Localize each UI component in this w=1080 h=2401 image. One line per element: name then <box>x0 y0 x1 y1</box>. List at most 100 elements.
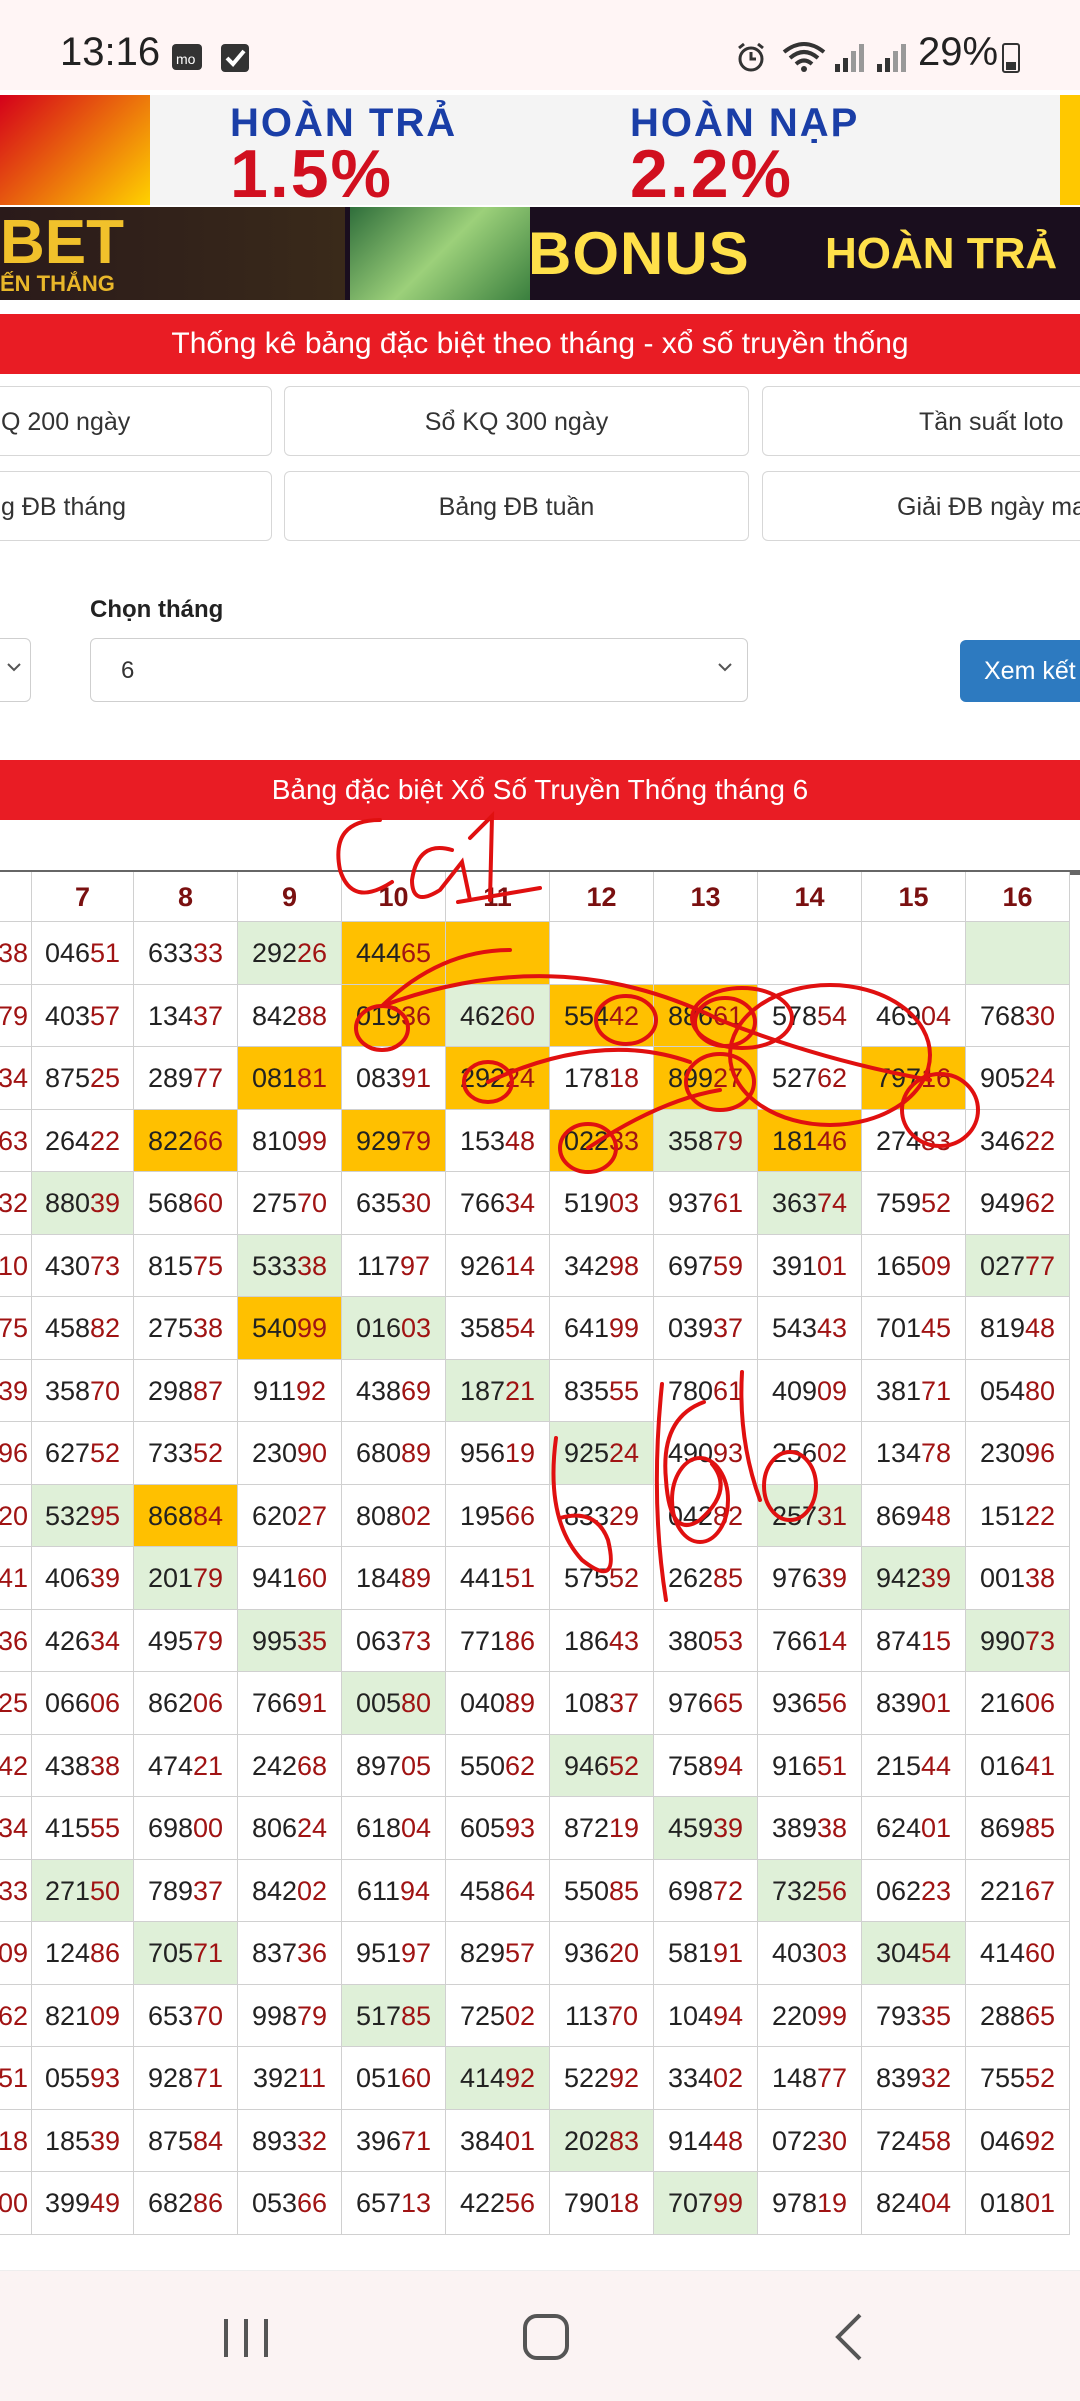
table-cell: 95197 <box>342 1922 446 1985</box>
cell-tail: 18 <box>0 2125 29 2156</box>
cell-tail: 96 <box>1025 1438 1056 1468</box>
month-select[interactable]: 6 <box>90 638 748 702</box>
cell-prefix: 298 <box>147 1375 193 1406</box>
table-left-cell: 33 <box>0 1859 32 1922</box>
table-cell: 20283 <box>550 2109 654 2172</box>
cell-tail: 18 <box>609 2188 640 2218</box>
link-300-days[interactable]: Sổ KQ 300 ngày <box>284 386 749 456</box>
table-cell: 04692 <box>966 2109 1070 2172</box>
cell-prefix: 221 <box>979 1875 1025 1906</box>
cell-prefix: 346 <box>979 1125 1025 1156</box>
cell-tail: 52 <box>90 1438 121 1468</box>
table-cell: 39101 <box>758 1234 862 1297</box>
cell-prefix: 438 <box>44 1750 90 1781</box>
table-cell: 83901 <box>862 1672 966 1735</box>
cell-prefix: 707 <box>667 2188 713 2218</box>
cell-tail: 05 <box>401 1750 432 1781</box>
table-cell: 87525 <box>32 1047 134 1110</box>
cell-prefix: 568 <box>147 1188 193 1218</box>
cell-prefix: 833 <box>563 1500 609 1531</box>
cell-tail: 38 <box>817 1813 848 1843</box>
table-cell <box>862 922 966 985</box>
cell-prefix: 533 <box>251 1250 297 1281</box>
cell-tail: 04 <box>401 1813 432 1843</box>
cell-prefix: 872 <box>563 1813 609 1843</box>
cell-tail: 48 <box>921 1500 952 1531</box>
cell-prefix: 627 <box>44 1438 90 1468</box>
table-cell: 82266 <box>134 1109 238 1172</box>
cell-prefix: 381 <box>875 1375 921 1406</box>
ad-banner-cashback[interactable]: HOÀN TRẢ 1.5% HOÀN NẠP 2.2% <box>0 95 1080 205</box>
cell-tail: 85 <box>1025 1813 1056 1843</box>
view-results-button[interactable]: Xem kết <box>960 640 1080 702</box>
cell-prefix: 789 <box>147 1875 193 1906</box>
cell-prefix: 027 <box>979 1250 1025 1281</box>
cell-prefix: 793 <box>875 2000 921 2031</box>
table-cell: 72502 <box>446 1984 550 2047</box>
link-loto-frequency[interactable]: Tần suất loto <box>762 386 1080 456</box>
cell-prefix: 543 <box>771 1313 817 1343</box>
link-db-month[interactable]: g ĐB tháng <box>0 471 272 541</box>
cell-tail: 21 <box>505 1375 536 1406</box>
cell-prefix: 046 <box>44 938 90 968</box>
cell-prefix: 550 <box>563 1875 609 1906</box>
table-cell: 76634 <box>446 1172 550 1235</box>
table-cell: 70145 <box>862 1297 966 1360</box>
recents-icon[interactable] <box>216 2313 276 2363</box>
cell-prefix: 797 <box>875 1063 921 1093</box>
cell-tail: 01 <box>817 1250 848 1281</box>
cell-tail: 54 <box>505 1313 536 1343</box>
table-cell: 86206 <box>134 1672 238 1735</box>
cell-prefix: 995 <box>251 1625 297 1656</box>
table-cell: 73256 <box>758 1859 862 1922</box>
cell-prefix: 824 <box>875 2188 921 2218</box>
cell-tail: 01 <box>1025 2188 1056 2218</box>
cell-prefix: 042 <box>667 1500 713 1531</box>
cell-tail: 01 <box>921 1813 952 1843</box>
cell-prefix: 941 <box>251 1563 297 1593</box>
table-cell: 95619 <box>446 1422 550 1485</box>
battery-icon <box>1002 43 1020 73</box>
cell-tail: 31 <box>817 1500 848 1531</box>
table-cell: 65370 <box>134 1984 238 2047</box>
cell-prefix: 790 <box>563 2188 609 2218</box>
cell-tail: 14 <box>505 1250 536 1281</box>
table-cell: 14877 <box>758 2047 862 2110</box>
home-icon[interactable] <box>520 2311 572 2363</box>
cell-tail: 37 <box>609 1688 640 1718</box>
table-cell: 26285 <box>654 1547 758 1610</box>
cell-prefix: 220 <box>771 2000 817 2031</box>
table-cell: 79335 <box>862 1984 966 2047</box>
cell-tail: 96 <box>0 1438 29 1468</box>
money-image <box>350 207 530 300</box>
table-cell: 52292 <box>550 2047 654 2110</box>
cell-tail: 03 <box>817 1938 848 1968</box>
table-cell: 89332 <box>238 2109 342 2172</box>
section-title: Thống kê bảng đặc biệt theo tháng - xổ s… <box>0 314 1080 374</box>
table-cell: 15122 <box>966 1484 1070 1547</box>
ad-banner-bonus[interactable]: BET ẾN THẮNG BONUS HOÀN TRẢ <box>0 207 1080 300</box>
cell-tail: 74 <box>817 1188 848 1218</box>
table-cell: 12486 <box>32 1922 134 1985</box>
cell-prefix: 117 <box>356 1250 400 1281</box>
year-select[interactable] <box>0 638 31 702</box>
table-cell: 05366 <box>238 2172 342 2235</box>
table-cell: 55062 <box>446 1734 550 1797</box>
table-cell: 69759 <box>654 1234 758 1297</box>
table-header-cell: 12 <box>550 872 654 922</box>
table-cell: 03937 <box>654 1297 758 1360</box>
cell-tail: 01 <box>505 2125 536 2156</box>
table-cell: 35879 <box>654 1109 758 1172</box>
cell-prefix: 342 <box>563 1250 609 1281</box>
link-db-week[interactable]: Bảng ĐB tuần <box>284 471 749 541</box>
cell-tail: 67 <box>1025 1875 1056 1906</box>
cell-tail: 57 <box>90 1000 121 1031</box>
cell-prefix: 018 <box>979 2188 1025 2218</box>
cell-prefix: 705 <box>147 1938 193 1968</box>
link-200-days[interactable]: Q 200 ngày <box>0 386 272 456</box>
cell-tail: 34 <box>90 1625 121 1656</box>
back-icon[interactable] <box>830 2311 870 2363</box>
cell-tail: 62 <box>817 1063 848 1093</box>
cell-prefix: 875 <box>147 2125 193 2156</box>
link-db-day[interactable]: Giải ĐB ngày ma <box>762 471 1080 541</box>
